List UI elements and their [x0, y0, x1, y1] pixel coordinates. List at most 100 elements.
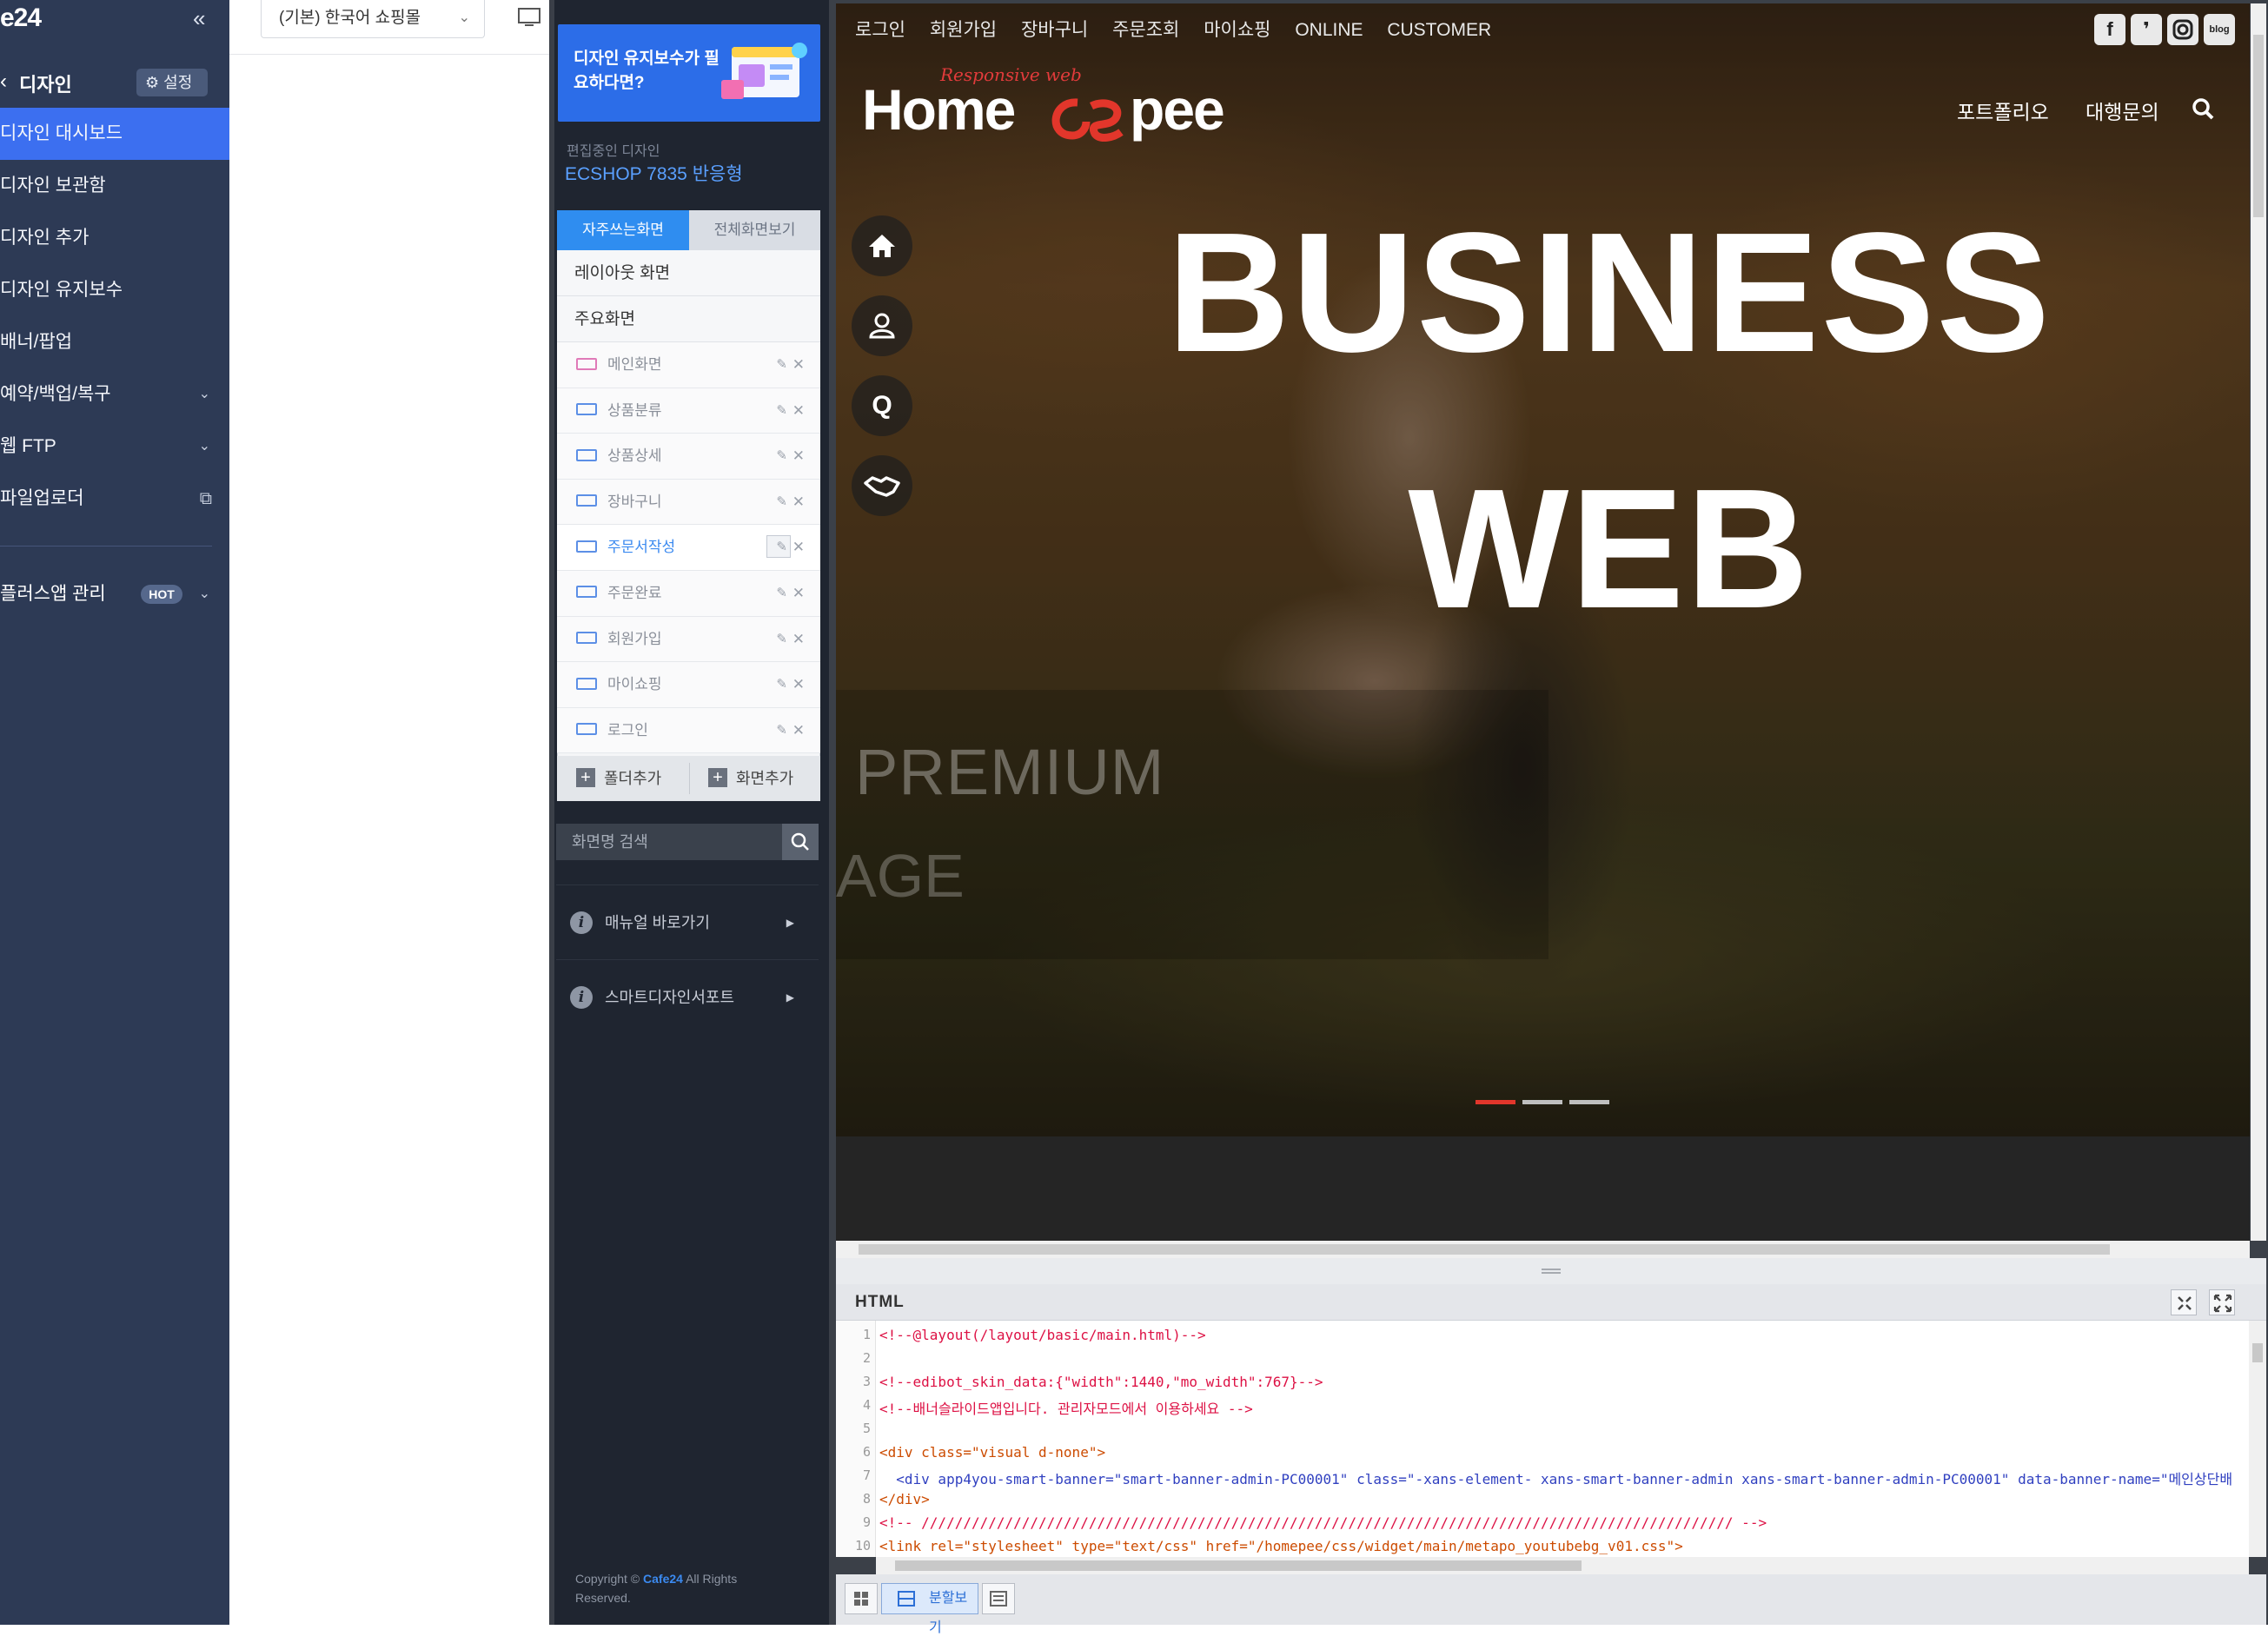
- quick-home-button[interactable]: [852, 215, 912, 276]
- sidebar-item-design-maintenance[interactable]: 디자인 유지보수: [0, 264, 229, 316]
- code-line[interactable]: <!--edibot_skin_data:{"width":1440,"mo_w…: [879, 1374, 1323, 1390]
- code-line[interactable]: </div>: [879, 1491, 930, 1507]
- tab-frequent-screens[interactable]: 자주쓰는화면: [557, 210, 689, 250]
- sidebar-item-reserve-backup[interactable]: 예약/백업/복구 ⌄: [0, 368, 229, 421]
- pencil-icon[interactable]: ✎: [776, 388, 787, 434]
- pencil-icon[interactable]: ✎: [776, 708, 787, 753]
- screen-item[interactable]: 메인화면 ✎ ✕: [557, 342, 820, 388]
- screen-item[interactable]: 상품상세 ✎ ✕: [557, 434, 820, 480]
- pencil-icon[interactable]: ✎: [776, 434, 787, 479]
- screen-search-input[interactable]: 화면명 검색: [556, 824, 819, 860]
- nav-login[interactable]: 로그인: [855, 20, 905, 40]
- maintenance-banner[interactable]: 디자인 유지보수가 필요하다면?: [558, 24, 820, 122]
- site-logo[interactable]: Responsive web Home pee: [862, 64, 1244, 160]
- quick-user-button[interactable]: [852, 295, 912, 356]
- close-icon[interactable]: ✕: [792, 480, 805, 525]
- screen-item[interactable]: 장바구니 ✎ ✕: [557, 479, 820, 526]
- screen-item-selected[interactable]: 주문서작성 ✎ ✕: [557, 525, 820, 571]
- sidebar-item-plus-app[interactable]: 플러스앱 관리 ⌄: [0, 568, 229, 620]
- brand-logo[interactable]: e24: [0, 3, 42, 33]
- pencil-icon[interactable]: ✎: [776, 617, 787, 662]
- expand-panel-icon[interactable]: [2209, 1289, 2235, 1315]
- facebook-icon[interactable]: f: [2094, 14, 2125, 45]
- collapse-panel-icon[interactable]: [2171, 1289, 2197, 1315]
- tab-all-screens[interactable]: 전체화면보기: [689, 210, 820, 250]
- sidebar-item-design-add[interactable]: 디자인 추가: [0, 212, 229, 264]
- sidebar-item-design-dashboard[interactable]: 디자인 대시보드: [0, 108, 229, 160]
- quick-partner-button[interactable]: [852, 455, 912, 516]
- close-icon[interactable]: ✕: [792, 388, 805, 434]
- layout-screens-header[interactable]: 레이아웃 화면: [557, 250, 820, 296]
- screen-item[interactable]: 마이쇼핑 ✎ ✕: [557, 662, 820, 708]
- nav-join[interactable]: 회원가입: [930, 20, 997, 40]
- code-editor[interactable]: 1 2 3 4 5 6 7 8 9 10 11 <!--@layout(/lay…: [836, 1321, 2249, 1557]
- code-line[interactable]: <div class="visual d-none">: [879, 1444, 1105, 1461]
- quick-qna-button[interactable]: Q: [852, 375, 912, 436]
- add-folder-button[interactable]: + 폴더추가: [576, 756, 661, 801]
- blog-icon[interactable]: blog: [2204, 14, 2235, 45]
- code-line[interactable]: <!--@layout(/layout/basic/main.html)-->: [879, 1327, 1206, 1343]
- nav-my-shopping[interactable]: 마이쇼핑: [1204, 20, 1270, 40]
- search-button[interactable]: [782, 824, 819, 860]
- scrollbar-thumb[interactable]: [895, 1560, 1582, 1571]
- editing-design-name[interactable]: ECSHOP 7835 반응형: [565, 160, 743, 186]
- close-icon[interactable]: ✕: [792, 571, 805, 616]
- preview-vertical-scrollbar[interactable]: [2251, 3, 2266, 1241]
- sidebar-item-design-storage[interactable]: 디자인 보관함: [0, 160, 229, 212]
- slider-dot[interactable]: [1522, 1100, 1562, 1104]
- monitor-icon[interactable]: [516, 7, 542, 30]
- pencil-icon[interactable]: ✎: [776, 480, 787, 525]
- code-line[interactable]: <!--배너슬라이드앱입니다. 관리자모드에서 이용하세요 -->: [879, 1397, 1253, 1418]
- site-preview[interactable]: PREMIUM AGE 로그인 회원가입 장바구니 주문조회 마이쇼핑 ONLI…: [836, 3, 2250, 1241]
- close-icon[interactable]: ✕: [792, 434, 805, 479]
- scrollbar-thumb[interactable]: [2253, 35, 2264, 217]
- collapse-sidebar-icon[interactable]: «: [193, 5, 205, 32]
- split-view-button[interactable]: 분할보기: [881, 1583, 978, 1635]
- sidebar-item-banner-popup[interactable]: 배너/팝업: [0, 316, 229, 368]
- search-icon[interactable]: [2192, 97, 2214, 120]
- add-screen-button[interactable]: + 화면추가: [708, 756, 793, 801]
- smart-design-support-link[interactable]: i 스마트디자인서포트 ▶: [556, 959, 819, 1034]
- nav-cart[interactable]: 장바구니: [1021, 20, 1088, 40]
- close-icon[interactable]: ✕: [792, 342, 805, 388]
- nav-order-lookup[interactable]: 주문조회: [1112, 20, 1179, 40]
- nav-portfolio[interactable]: 포트폴리오: [1957, 96, 2049, 125]
- screen-item[interactable]: 상품분류 ✎ ✕: [557, 388, 820, 434]
- manual-link[interactable]: i 매뉴얼 바로가기 ▶: [556, 884, 819, 959]
- close-icon[interactable]: ✕: [792, 525, 805, 570]
- pencil-icon[interactable]: ✎: [776, 525, 787, 570]
- slider-dot-active[interactable]: [1476, 1100, 1515, 1104]
- close-icon[interactable]: ✕: [792, 708, 805, 753]
- settings-button[interactable]: ⚙ 설정: [136, 69, 208, 96]
- sidebar-item-file-uploader[interactable]: 파일업로더 ⧉: [0, 473, 229, 525]
- preview-horizontal-scrollbar[interactable]: [836, 1241, 2250, 1258]
- kakao-icon[interactable]: ❜: [2131, 14, 2162, 45]
- scrollbar-thumb[interactable]: [859, 1244, 2110, 1255]
- pencil-icon[interactable]: ✎: [776, 571, 787, 616]
- close-icon[interactable]: ✕: [792, 617, 805, 662]
- code-line[interactable]: <!-- ///////////////////////////////////…: [879, 1514, 1767, 1531]
- panel-splitter[interactable]: [836, 1258, 2266, 1284]
- mall-select[interactable]: (기본) 한국어 쇼핑몰 ⌄: [261, 0, 485, 38]
- screen-item[interactable]: 로그인 ✎ ✕: [557, 707, 820, 754]
- code-horizontal-scrollbar[interactable]: [876, 1557, 2249, 1574]
- pencil-icon[interactable]: ✎: [776, 342, 787, 388]
- pencil-icon[interactable]: ✎: [776, 662, 787, 707]
- sidebar-item-web-ftp[interactable]: 웹 FTP ⌄: [0, 421, 229, 473]
- instagram-icon[interactable]: [2167, 14, 2198, 45]
- code-line[interactable]: <link rel="stylesheet" type="text/css" h…: [879, 1538, 1683, 1554]
- drag-handle-icon[interactable]: [1542, 1269, 1561, 1274]
- code-vertical-scrollbar[interactable]: [2249, 1321, 2266, 1557]
- screen-item[interactable]: 주문완료 ✎ ✕: [557, 570, 820, 617]
- screen-item[interactable]: 회원가입 ✎ ✕: [557, 616, 820, 663]
- close-icon[interactable]: ✕: [792, 662, 805, 707]
- main-screens-header[interactable]: 주요화면: [557, 296, 820, 342]
- nav-online[interactable]: ONLINE: [1295, 20, 1363, 40]
- code-line[interactable]: <div app4you-smart-banner="smart-banner-…: [879, 1467, 2232, 1488]
- grid-view-button[interactable]: [845, 1583, 878, 1614]
- slider-dot[interactable]: [1569, 1100, 1609, 1104]
- nav-customer[interactable]: CUSTOMER: [1387, 20, 1491, 40]
- scrollbar-thumb[interactable]: [2252, 1343, 2263, 1362]
- nav-inquiry[interactable]: 대행문의: [2086, 96, 2159, 125]
- code-view-button[interactable]: [982, 1583, 1015, 1614]
